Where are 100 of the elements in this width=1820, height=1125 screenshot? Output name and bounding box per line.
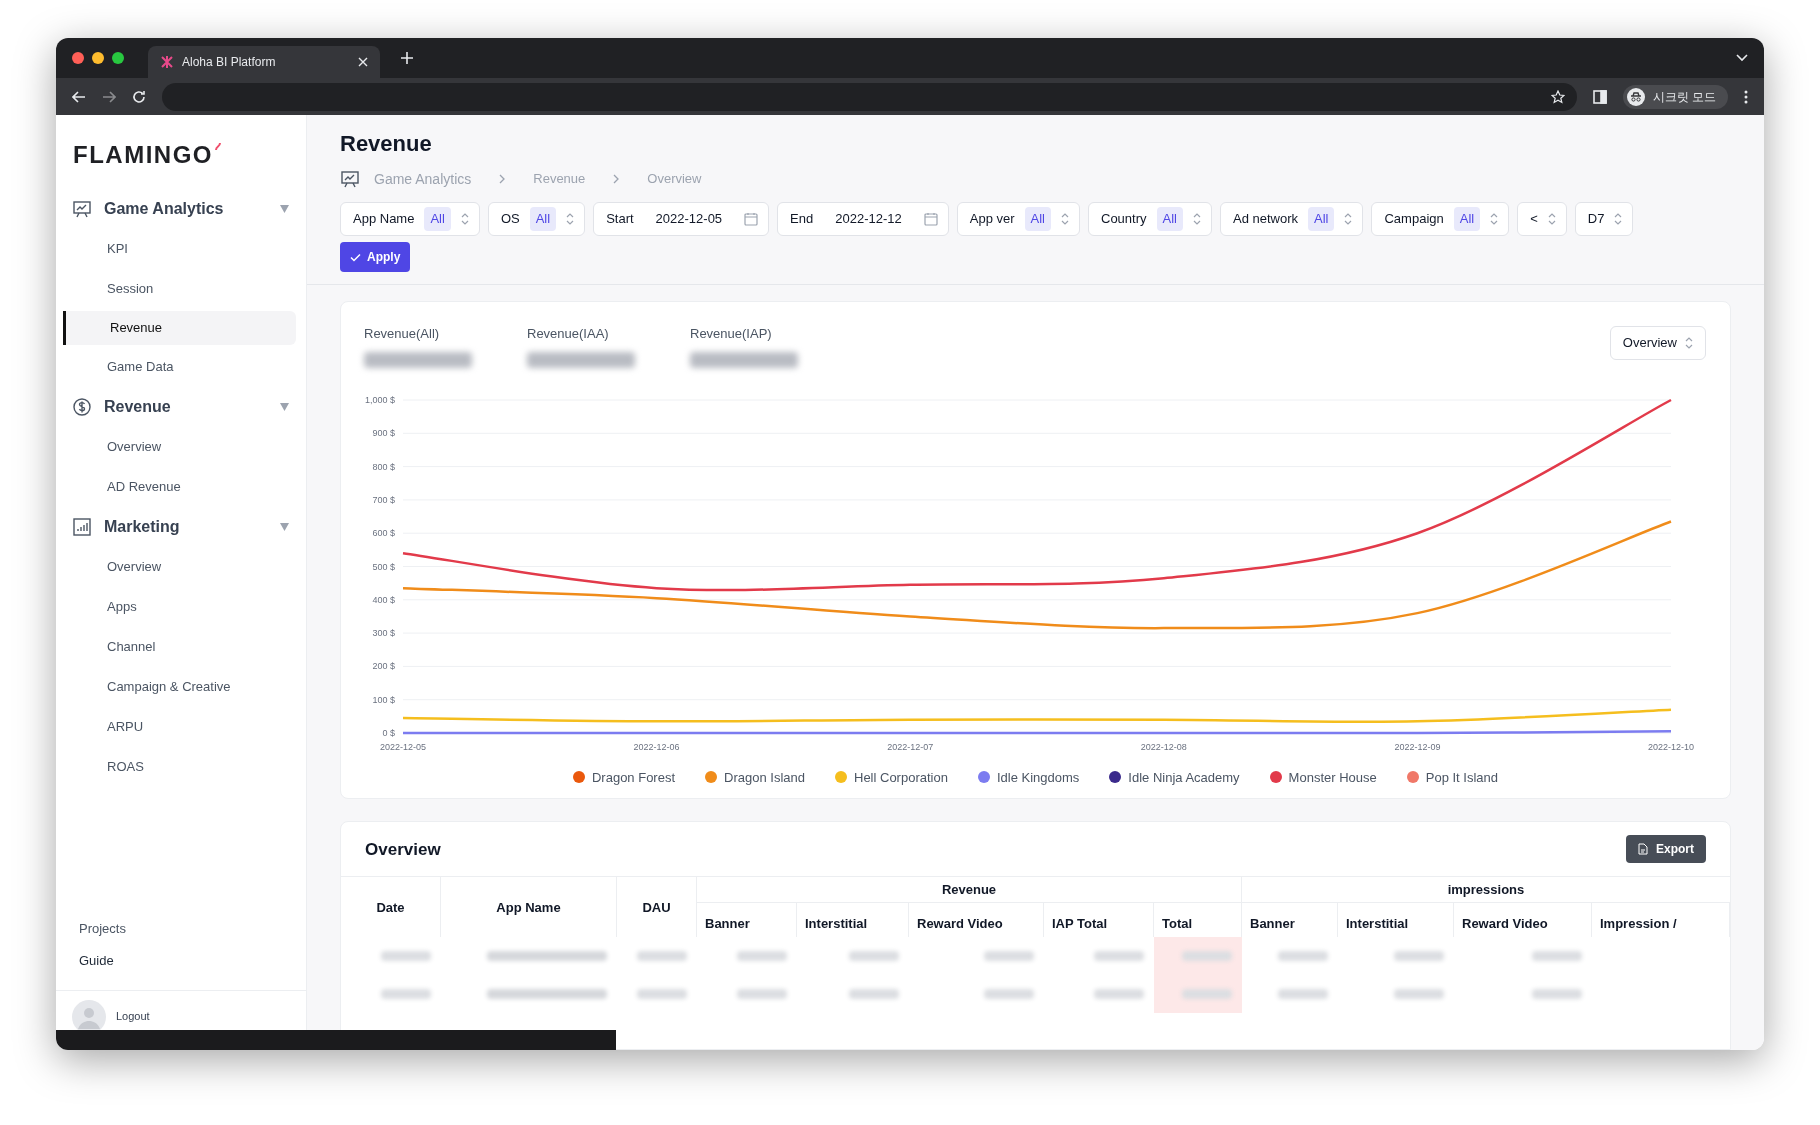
reload-icon[interactable]: [132, 89, 146, 104]
blurred-cell: [849, 951, 899, 962]
filter-label: App ver: [969, 210, 1015, 229]
y-tick-label: 200 $: [372, 660, 395, 671]
filter-value: All: [529, 207, 557, 231]
nav-item[interactable]: ROAS: [56, 747, 144, 787]
y-tick-label: 0 $: [382, 727, 395, 738]
nav-item[interactable]: Revenue: [63, 311, 296, 345]
blurred-cell: [1532, 989, 1582, 1000]
metric-label: Revenue(IAA): [527, 325, 610, 343]
forward-arrow-icon[interactable]: [102, 89, 116, 104]
chevron-right-icon: [499, 174, 506, 184]
legend-label: Hell Corporation: [854, 768, 948, 787]
apply-button[interactable]: Apply: [340, 242, 411, 272]
page-title: Revenue: [340, 130, 433, 158]
view-select[interactable]: Overview: [1609, 326, 1706, 360]
option-select[interactable]: <: [1517, 202, 1567, 236]
incognito-chip[interactable]: 시크릿 모드: [1622, 84, 1728, 109]
x-tick-label: 2022-12-06: [633, 741, 680, 752]
close-icon[interactable]: [358, 57, 368, 67]
column-header: Interstitial: [797, 903, 909, 938]
column-header: Banner: [1242, 903, 1338, 938]
filter-select[interactable]: App Name All: [340, 202, 480, 236]
column-header: IAP Total: [1044, 903, 1154, 938]
nav-item[interactable]: ARPU: [56, 707, 144, 747]
column-header: Date: [341, 877, 441, 938]
blurred-cell: [1278, 951, 1328, 962]
select-value: D7: [1587, 210, 1605, 229]
nav-item[interactable]: AD Revenue: [56, 467, 181, 507]
x-tick-label: 2022-12-08: [1140, 741, 1187, 752]
x-tick-label: 2022-12-07: [887, 741, 934, 752]
calendar-icon: [744, 212, 759, 226]
group-header: Revenue: [697, 877, 1242, 904]
incognito-icon: [1626, 87, 1645, 106]
nav-item[interactable]: Game Data: [56, 347, 174, 387]
updown-icon: [566, 212, 575, 226]
filter-select[interactable]: Ad network All: [1220, 202, 1364, 236]
side-panel-icon[interactable]: [1592, 89, 1607, 104]
filter-value: All: [424, 207, 451, 231]
footer-link[interactable]: Projects: [79, 919, 306, 939]
more-vertical-icon[interactable]: [1744, 89, 1748, 104]
browser-tab[interactable]: Aloha BI Platform: [148, 46, 380, 78]
star-icon[interactable]: [1550, 89, 1565, 104]
date-field[interactable]: End 2022-12-12: [777, 202, 949, 236]
nav-item[interactable]: KPI: [56, 229, 128, 269]
y-tick-label: 100 $: [372, 694, 395, 705]
star-burst-icon: [160, 55, 174, 69]
blurred-cell: [849, 989, 899, 1000]
footer-link[interactable]: Guide: [79, 950, 306, 970]
blurred-cell: [1532, 951, 1582, 962]
tab-title: Aloha BI Platform: [182, 54, 277, 71]
updown-icon: [1490, 212, 1499, 226]
logout-link[interactable]: Logout: [116, 1008, 150, 1025]
nav-section-header[interactable]: Game Analytics: [56, 189, 306, 229]
blurred-cell: [737, 989, 787, 1000]
filter-select[interactable]: OS All: [487, 202, 586, 236]
nav-item[interactable]: Campaign & Creative: [56, 667, 231, 707]
y-tick-label: 700 $: [372, 494, 395, 505]
updown-icon: [1614, 212, 1623, 226]
calendar-icon: [923, 212, 938, 226]
file-icon: [1638, 843, 1648, 856]
filter-label: Country: [1101, 210, 1147, 229]
blurred-cell: [984, 951, 1034, 962]
legend-label: Idle Kingdoms: [996, 768, 1080, 787]
chevron-down-icon[interactable]: [1736, 54, 1748, 62]
column-header: Reward Video: [1454, 903, 1592, 938]
date-value: 2022-12-12: [835, 210, 902, 229]
filter-label: Ad network: [1233, 210, 1299, 229]
x-tick-label: 2022-12-05: [380, 741, 426, 752]
blurred-cell: [637, 951, 687, 962]
option-select[interactable]: D7: [1574, 202, 1634, 236]
date-field[interactable]: Start 2022-12-05: [593, 202, 770, 236]
back-arrow-icon[interactable]: [72, 89, 86, 104]
legend-label: Idle Ninja Academy: [1128, 768, 1240, 787]
export-button[interactable]: Export: [1626, 835, 1706, 864]
column-header: Interstitial: [1338, 903, 1454, 938]
blurred-cell: [637, 989, 687, 1000]
filter-value: All: [1156, 207, 1183, 231]
filter-select[interactable]: Country All: [1088, 202, 1212, 236]
column-header: App Name: [441, 877, 617, 938]
nav-section-header[interactable]: Marketing: [56, 507, 306, 547]
nav-item[interactable]: Overview: [56, 427, 162, 467]
nav-item[interactable]: Channel: [56, 627, 156, 667]
plus-icon[interactable]: [400, 51, 414, 65]
nav-item[interactable]: Overview: [56, 547, 162, 587]
nav-section-header[interactable]: Revenue: [56, 387, 306, 427]
filter-label: Start: [606, 210, 634, 229]
filter-value: All: [1308, 207, 1335, 231]
updown-icon: [1547, 212, 1556, 226]
updown-icon: [1061, 212, 1069, 226]
filter-select[interactable]: App ver All: [956, 202, 1080, 236]
check-icon: [350, 252, 361, 262]
blurred-cell: [381, 989, 431, 1000]
blurred-cell: [737, 951, 787, 962]
nav-item[interactable]: Session: [56, 269, 154, 309]
nav-item[interactable]: Apps: [56, 587, 137, 627]
filter-select[interactable]: Campaign All: [1371, 202, 1510, 236]
y-tick-label: 400 $: [372, 594, 395, 605]
metric-label: Revenue(IAP): [690, 325, 773, 343]
y-tick-label: 1,000 $: [364, 394, 395, 405]
